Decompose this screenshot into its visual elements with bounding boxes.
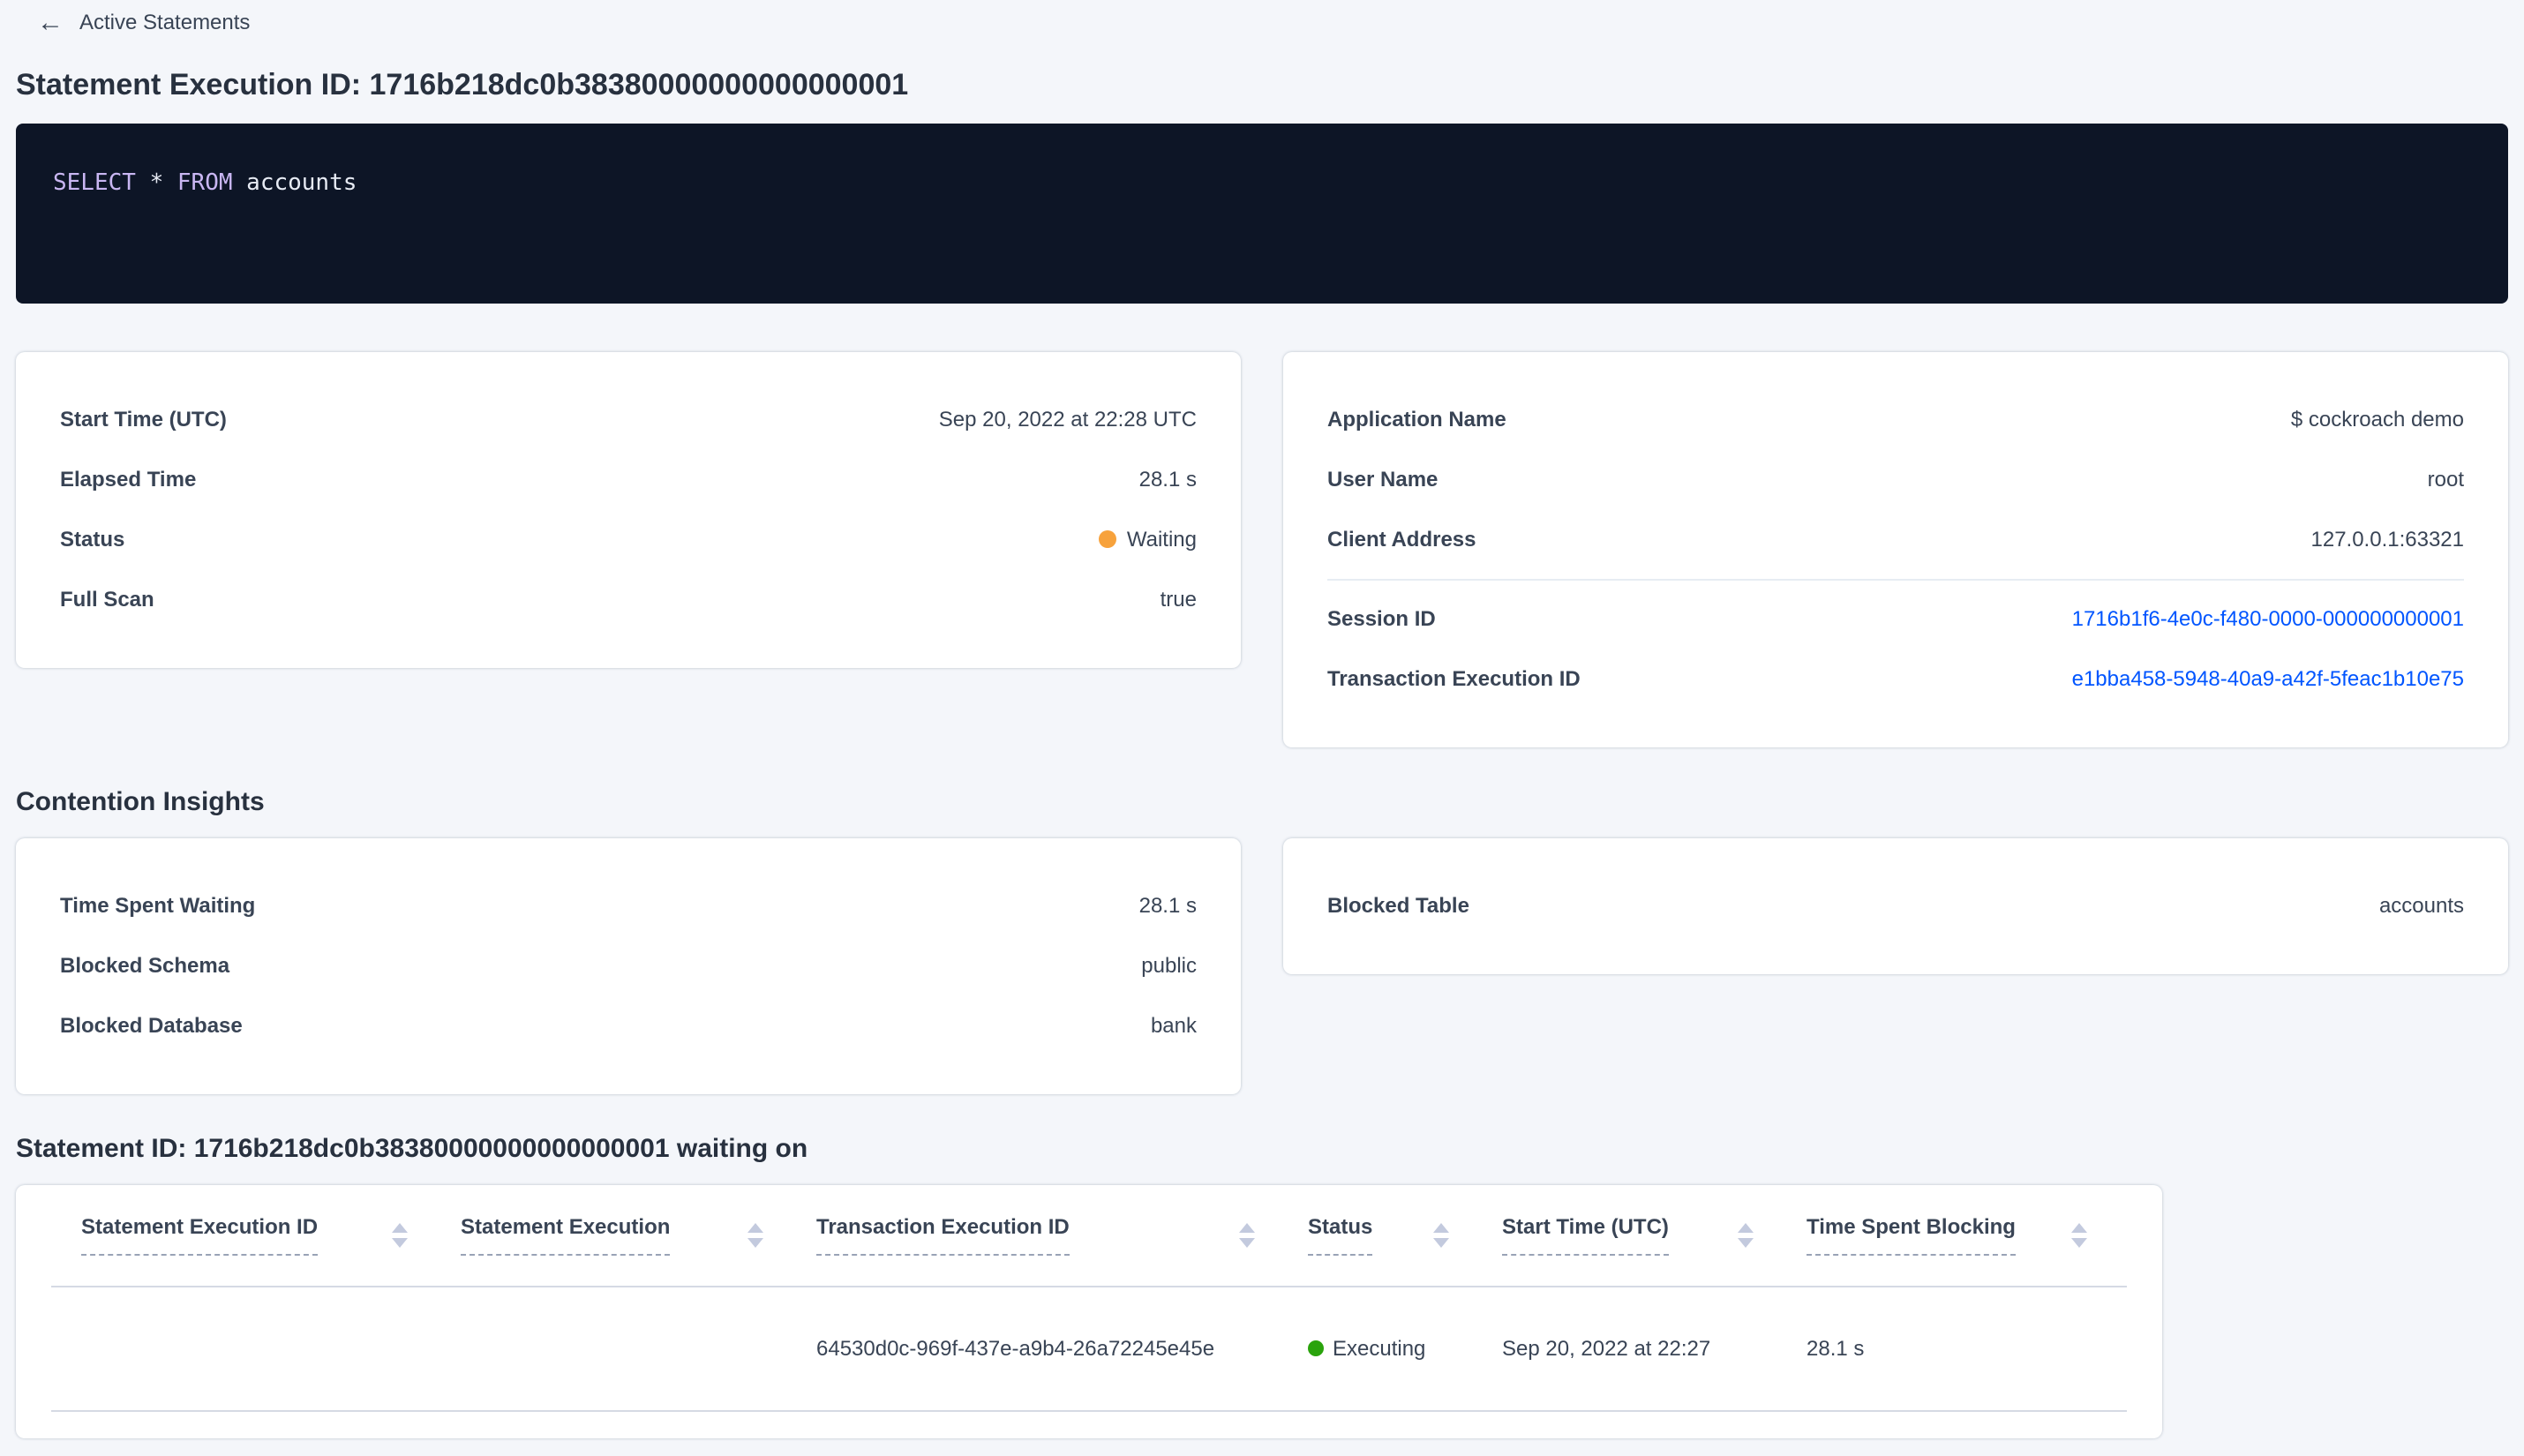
- session-id-link[interactable]: 1716b1f6-4e0c-f480-0000-000000000001: [2072, 607, 2464, 632]
- column-header-label: Transaction Execution ID: [816, 1215, 1070, 1256]
- client-address-value: 127.0.0.1:63321: [2310, 528, 2465, 552]
- full-scan-label: Full Scan: [60, 588, 154, 612]
- blocked-table-row: Blocked Table accounts: [1327, 876, 2464, 936]
- sql-text: accounts: [232, 169, 357, 196]
- column-header-statement-execution-id[interactable]: Statement Execution ID: [81, 1215, 461, 1256]
- elapsed-time-value: 28.1 s: [1138, 468, 1197, 492]
- contention-blocked-table-card: Blocked Table accounts: [1283, 838, 2508, 974]
- session-id-label: Session ID: [1327, 607, 1436, 631]
- column-header-label: Status: [1308, 1215, 1373, 1256]
- sort-icon: [392, 1223, 408, 1248]
- back-to-active-statements-link[interactable]: ← Active Statements: [16, 9, 250, 37]
- summary-cards-grid: Start Time (UTC) Sep 20, 2022 at 22:28 U…: [16, 352, 2508, 747]
- column-header-label: Start Time (UTC): [1502, 1215, 1669, 1256]
- elapsed-time-label: Elapsed Time: [60, 468, 197, 492]
- client-address-row: Client Address 127.0.0.1:63321: [1327, 510, 2464, 570]
- time-spent-waiting-label: Time Spent Waiting: [60, 894, 256, 918]
- elapsed-time-row: Elapsed Time 28.1 s: [60, 450, 1197, 510]
- table-row: 64530d0c-969f-437e-a9b4-26a72245e45e Exe…: [51, 1287, 2127, 1412]
- client-address-label: Client Address: [1327, 528, 1476, 552]
- table-header-row: Statement Execution ID Statement Executi…: [51, 1185, 2127, 1287]
- session-details-card: Application Name $ cockroach demo User N…: [1283, 352, 2508, 747]
- blocked-schema-row: Blocked Schema public: [60, 936, 1197, 996]
- column-header-transaction-execution-id[interactable]: Transaction Execution ID: [816, 1215, 1308, 1256]
- sql-text: *: [135, 169, 177, 196]
- card-divider: [1327, 579, 2464, 581]
- contention-waiting-card: Time Spent Waiting 28.1 s Blocked Schema…: [16, 838, 1241, 1094]
- waiting-status-dot-icon: [1098, 530, 1116, 548]
- cell-transaction-execution-id: 64530d0c-969f-437e-a9b4-26a72245e45e: [816, 1336, 1215, 1361]
- column-header-label: Statement Execution: [461, 1215, 671, 1256]
- sort-icon: [747, 1223, 763, 1248]
- page-title: Statement Execution ID: 1716b218dc0b3838…: [16, 68, 909, 101]
- statement-execution-details-page: { "colors": { "page_background": "#f4f6f…: [0, 0, 2524, 1456]
- start-time-value: Sep 20, 2022 at 22:28 UTC: [938, 408, 1197, 432]
- execution-overview-card: Start Time (UTC) Sep 20, 2022 at 22:28 U…: [16, 352, 1241, 668]
- application-name-row: Application Name $ cockroach demo: [1327, 390, 2464, 450]
- sql-keyword: FROM: [177, 169, 233, 196]
- session-id-row: Session ID 1716b1f6-4e0c-f480-0000-00000…: [1327, 589, 2464, 649]
- cell-status: Executing: [1308, 1337, 1502, 1362]
- application-name-label: Application Name: [1327, 408, 1506, 432]
- cell-status-value: Executing: [1333, 1336, 1426, 1361]
- time-spent-waiting-row: Time Spent Waiting 28.1 s: [60, 876, 1197, 936]
- blocked-database-label: Blocked Database: [60, 1014, 243, 1038]
- column-header-label: Time Spent Blocking: [1807, 1215, 2016, 1256]
- transaction-execution-id-link[interactable]: e1bba458-5948-40a9-a42f-5feac1b10e75: [2072, 667, 2464, 692]
- contention-cards-grid: Time Spent Waiting 28.1 s Blocked Schema…: [16, 838, 2508, 1094]
- user-name-row: User Name root: [1327, 450, 2464, 510]
- start-time-row: Start Time (UTC) Sep 20, 2022 at 22:28 U…: [60, 390, 1197, 450]
- full-scan-row: Full Scan true: [60, 570, 1197, 630]
- full-scan-value: true: [1160, 588, 1197, 612]
- start-time-label: Start Time (UTC): [60, 408, 227, 432]
- sort-icon: [2071, 1223, 2087, 1248]
- waiting-on-table: Statement Execution ID Statement Executi…: [16, 1185, 2162, 1438]
- status-label: Status: [60, 528, 125, 552]
- column-header-statement-execution[interactable]: Statement Execution: [461, 1215, 816, 1256]
- column-header-status[interactable]: Status: [1308, 1215, 1502, 1256]
- application-name-value: $ cockroach demo: [2290, 408, 2464, 432]
- blocked-table-label: Blocked Table: [1327, 894, 1469, 918]
- status-badge: Waiting: [1098, 528, 1197, 552]
- waiting-on-heading: Statement ID: 1716b218dc0b38380000000000…: [16, 1134, 808, 1163]
- transaction-execution-id-label: Transaction Execution ID: [1327, 667, 1581, 691]
- status-row: Status Waiting: [60, 510, 1197, 570]
- time-spent-waiting-value: 28.1 s: [1138, 894, 1197, 918]
- cell-time-spent-blocking: 28.1 s: [1807, 1336, 1865, 1361]
- column-header-start-time-utc[interactable]: Start Time (UTC): [1502, 1215, 1807, 1256]
- user-name-value: root: [2427, 468, 2464, 492]
- sort-icon: [1738, 1223, 1754, 1248]
- sort-icon: [1433, 1223, 1449, 1248]
- transaction-execution-id-row: Transaction Execution ID e1bba458-5948-4…: [1327, 649, 2464, 709]
- blocked-schema-value: public: [1141, 954, 1197, 978]
- page-content: ← Active Statements Statement Execution …: [0, 0, 2524, 1438]
- cell-start-time-utc: Sep 20, 2022 at 22:27: [1502, 1336, 1711, 1361]
- status-value: Waiting: [1126, 528, 1197, 552]
- blocked-table-value: accounts: [2378, 894, 2464, 918]
- user-name-label: User Name: [1327, 468, 1439, 492]
- sort-icon: [1239, 1223, 1255, 1248]
- blocked-schema-label: Blocked Schema: [60, 954, 230, 978]
- contention-insights-heading: Contention Insights: [16, 787, 265, 816]
- blocked-database-row: Blocked Database bank: [60, 996, 1197, 1056]
- column-header-label: Statement Execution ID: [81, 1215, 319, 1256]
- sql-statement-box: SELECT * FROM accounts: [16, 124, 2508, 304]
- sql-keyword: SELECT: [53, 169, 136, 196]
- back-link-label: Active Statements: [79, 11, 251, 34]
- column-header-time-spent-blocking[interactable]: Time Spent Blocking: [1807, 1215, 2127, 1256]
- blocked-database-value: bank: [1150, 1014, 1197, 1038]
- arrow-left-icon: ←: [37, 8, 64, 37]
- executing-status-dot-icon: [1308, 1340, 1324, 1356]
